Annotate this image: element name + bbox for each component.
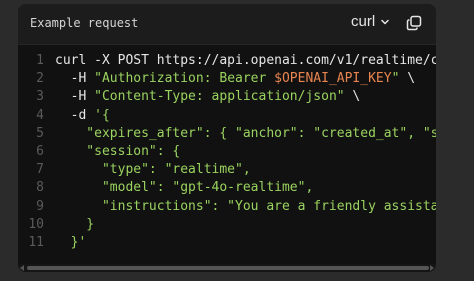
code-text: } xyxy=(55,216,94,234)
line-number: 6 xyxy=(36,144,44,159)
line-number: 11 xyxy=(28,235,44,250)
line-number: 3 xyxy=(36,89,44,105)
scroll-left-icon[interactable] xyxy=(20,265,24,271)
code-block[interactable]: 1 curl -X POST https://api.openai.com/v1/… xyxy=(18,52,436,260)
code-text: -H "Content-Type: application/json" \ xyxy=(55,88,361,106)
code-text: -H "Authorization: Bearer $OPENAI_API_KE… xyxy=(55,70,415,88)
code-header: Example request curl xyxy=(18,4,436,45)
line-number: 8 xyxy=(36,180,44,196)
line-number: 1 xyxy=(36,53,44,68)
code-token: \ xyxy=(344,89,361,105)
horizontal-scrollbar[interactable] xyxy=(18,264,436,272)
panel-title: Example request xyxy=(30,16,139,30)
code-text: "model": "gpt-4o-realtime", xyxy=(55,179,313,197)
code-token: "type": "realtime", xyxy=(55,162,251,178)
chevron-down-icon xyxy=(381,19,389,24)
scrollbar-thumb[interactable] xyxy=(27,266,429,270)
code-text: "expires_after": { "anchor": "created_at… xyxy=(55,125,436,143)
line-number: 2 xyxy=(36,71,44,87)
code-token: "Content-Type: application/json" xyxy=(94,89,345,105)
code-example-panel: Example request curl 1 curl -X POST https… xyxy=(18,4,436,272)
line-number: 5 xyxy=(36,125,44,141)
code-token: -d xyxy=(55,107,95,123)
code-token: }' xyxy=(55,235,87,250)
code-token: -H xyxy=(55,89,95,105)
code-token: -H xyxy=(55,71,95,87)
language-label: curl xyxy=(351,13,376,30)
copy-icon[interactable] xyxy=(405,14,423,32)
line-number: 4 xyxy=(36,107,44,123)
line-number: 7 xyxy=(36,162,44,178)
code-text: "instructions": "You are a friendly assi… xyxy=(55,198,436,216)
code-token: "instructions": "You are a friendly assi… xyxy=(55,198,436,214)
code-text: "session": { xyxy=(55,143,180,161)
code-token: } xyxy=(55,216,95,232)
line-number: 9 xyxy=(36,198,44,214)
code-text: }' xyxy=(55,234,87,252)
code-token: $OPENAI_API_KEY xyxy=(274,71,392,87)
code-text: curl -X POST https://api.openai.com/v1/r… xyxy=(55,52,436,70)
code-token: "Authorization: Bearer xyxy=(94,71,275,87)
code-token: curl -X POST https://api.openai.com/v1/r… xyxy=(55,53,436,68)
code-token: \ xyxy=(399,71,416,87)
line-number: 10 xyxy=(28,216,44,232)
code-token: "model": "gpt-4o-realtime", xyxy=(55,180,314,196)
code-token: "session": { xyxy=(55,144,181,159)
scroll-right-icon[interactable] xyxy=(430,265,434,271)
code-token: "expires_after": { "anchor": "created_at… xyxy=(86,125,436,141)
language-selector[interactable]: curl xyxy=(351,13,392,30)
code-text: -d '{ xyxy=(55,107,110,125)
code-token: '{ xyxy=(94,107,110,123)
code-text: "type": "realtime", xyxy=(55,161,251,179)
